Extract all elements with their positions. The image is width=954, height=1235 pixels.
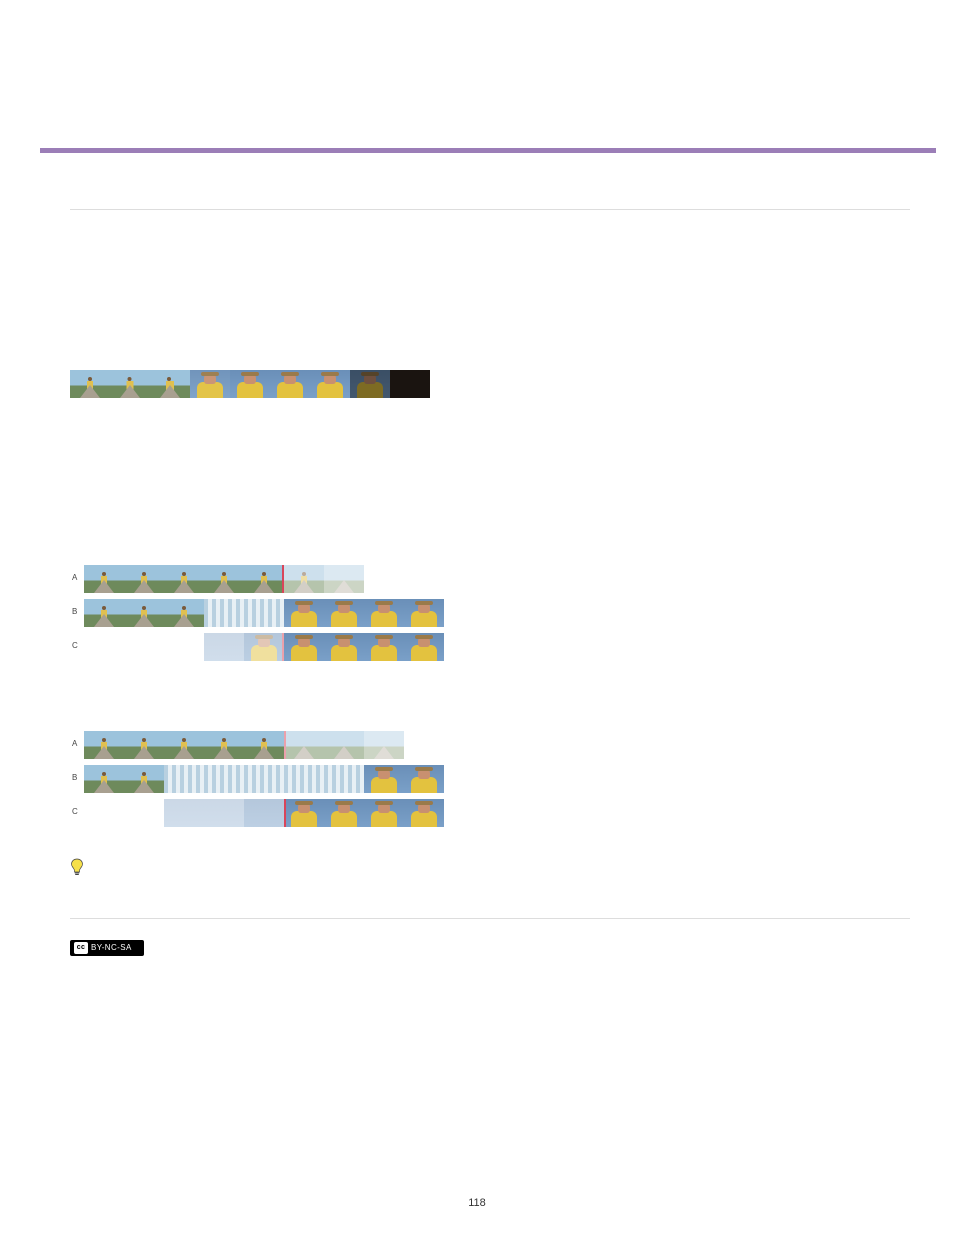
frame	[244, 565, 284, 593]
frame	[204, 633, 244, 661]
frame	[364, 765, 404, 793]
frame	[404, 633, 444, 661]
frame	[364, 599, 404, 627]
frame	[164, 731, 204, 759]
section-title: Transitions	[70, 165, 910, 191]
top-divider	[70, 209, 910, 210]
caption-triple-2: Same three rows with a longer eight-fram…	[70, 833, 910, 844]
frame	[124, 765, 164, 793]
frame	[244, 731, 284, 759]
frame	[284, 599, 324, 627]
page-content: Transitions Transitions control how one …	[70, 165, 910, 956]
frame	[324, 599, 364, 627]
frame	[350, 370, 390, 398]
frame	[244, 633, 284, 661]
frame	[84, 565, 124, 593]
filmstrip-single	[70, 370, 910, 398]
frame	[204, 799, 244, 827]
header-rule	[40, 148, 936, 153]
frame	[164, 599, 204, 627]
frame	[204, 565, 244, 593]
frame	[364, 633, 404, 661]
filmstrip-row-b: B	[84, 599, 910, 627]
bottom-divider	[70, 918, 910, 919]
frame	[164, 765, 204, 793]
frame	[284, 799, 324, 827]
sub2-heading: Cuts versus dissolves	[70, 478, 910, 493]
frame	[284, 731, 324, 759]
sub2-body2: Lengthening the dissolve softens the cha…	[70, 686, 910, 721]
sub1-body2: To add a transition, place two clips so …	[70, 423, 910, 458]
frame	[84, 599, 124, 627]
page-number: 118	[468, 1197, 486, 1209]
frame	[110, 370, 150, 398]
row-label-c: C	[72, 641, 86, 650]
frame	[324, 633, 364, 661]
frame	[164, 565, 204, 593]
sub1-caption: Dissolve transition spanning the overlap…	[70, 404, 910, 415]
frame	[364, 731, 404, 759]
frame	[84, 765, 124, 793]
frame	[324, 799, 364, 827]
caption-triple-1: A: outgoing clip fading out — B: dissolv…	[70, 667, 910, 678]
frame	[324, 565, 364, 593]
frame	[124, 565, 164, 593]
tip-row: Tip: for most narrative edits a simple c…	[70, 858, 910, 893]
frame	[390, 370, 430, 398]
frame	[404, 799, 444, 827]
frame	[84, 731, 124, 759]
lightbulb-icon	[70, 858, 84, 876]
row-label-c2: C	[72, 807, 86, 816]
frame	[124, 599, 164, 627]
frame	[70, 370, 110, 398]
frame	[310, 370, 350, 398]
frame	[284, 633, 324, 661]
filmstrip-row-c: C	[84, 633, 910, 661]
frame	[204, 765, 244, 793]
frame	[404, 599, 444, 627]
frame	[150, 370, 190, 398]
frame	[284, 565, 324, 593]
frame	[404, 765, 444, 793]
sub1-heading: Transition clip on the timeline	[70, 283, 910, 298]
frame	[324, 765, 364, 793]
frame	[164, 799, 204, 827]
cc-text: BY-NC-SA	[91, 943, 132, 952]
sub1-body: A transition appears on its own short st…	[70, 308, 910, 360]
frame	[244, 765, 284, 793]
frame	[204, 731, 244, 759]
frame	[244, 799, 284, 827]
filmstrip-row-a2: A	[84, 731, 910, 759]
filmstrip-row-c2: C	[84, 799, 910, 827]
filmstrip-row-b2: B	[84, 765, 910, 793]
sub2-body: A hard cut simply switches from one clip…	[70, 503, 910, 555]
frame	[244, 599, 284, 627]
filmstrip-row-a: A	[84, 565, 910, 593]
frame	[284, 765, 324, 793]
intro-para: Transitions control how one clip replace…	[70, 228, 910, 263]
frame	[124, 731, 164, 759]
cc-badge-icon: ccBY-NC-SA	[70, 940, 144, 956]
frame	[270, 370, 310, 398]
frame	[324, 731, 364, 759]
license-row: ccBY-NC-SA This page is licensed under C…	[70, 937, 910, 956]
frame	[190, 370, 230, 398]
license-line: This page is licensed under Creative Com…	[156, 939, 620, 953]
frame	[230, 370, 270, 398]
tip-text: Tip: for most narrative edits a simple c…	[94, 858, 910, 893]
frame	[364, 799, 404, 827]
frame	[204, 599, 244, 627]
